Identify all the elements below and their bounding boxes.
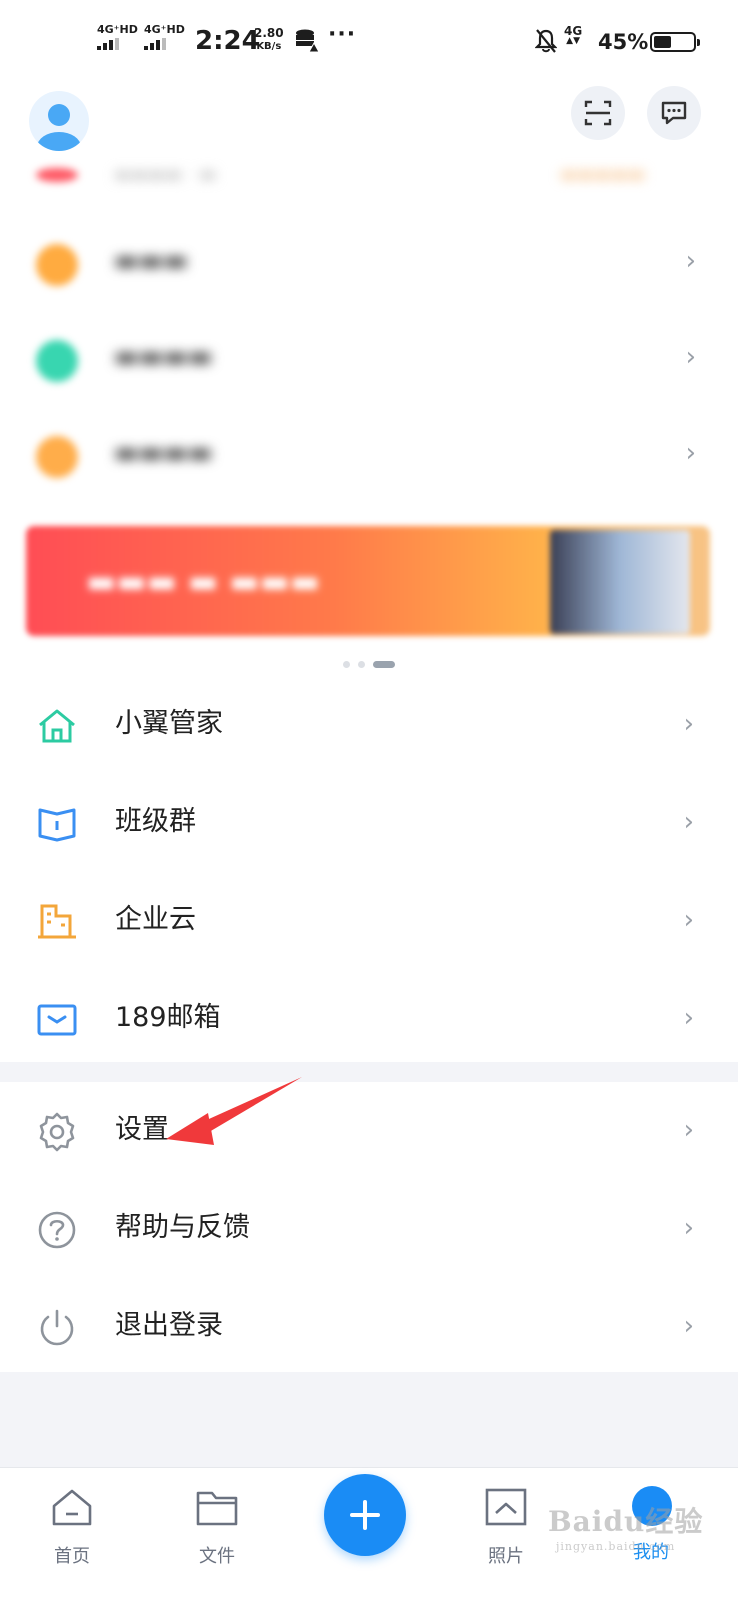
tab-photos[interactable]: 照片 (456, 1486, 556, 1586)
book-icon (38, 808, 76, 842)
signal-bars-icon (97, 38, 119, 50)
pager-dot (358, 660, 365, 668)
chevron-right-icon: › (683, 1003, 694, 1033)
menu-item-class-group[interactable]: 班级群 › (0, 774, 738, 872)
network-speed: 2.80 KB/s (254, 27, 284, 53)
power-icon (40, 1309, 74, 1346)
chevron-right-icon: › (683, 807, 694, 837)
user-avatar[interactable] (29, 91, 89, 151)
settings-menu: 设置 › 帮助与反馈 › 退出登录 › (0, 1082, 738, 1376)
chevron-right-icon: › (683, 1311, 694, 1341)
scan-button[interactable] (571, 86, 625, 140)
battery-icon (650, 32, 700, 52)
redacted-row[interactable]: ▬▬▬ › (0, 218, 738, 314)
database-warning-icon (296, 29, 320, 53)
network-4g: 4G ▲▼ (564, 25, 582, 46)
menu-label: 小翼管家 (115, 708, 223, 739)
battery-fill (654, 36, 671, 48)
menu-label: 帮助与反馈 (115, 1212, 250, 1243)
tab-label: 首页 (54, 1546, 90, 1567)
home-icon (39, 709, 75, 743)
mail-icon (37, 1004, 77, 1036)
menu-label: 退出登录 (115, 1310, 223, 1341)
menu-item-logout[interactable]: 退出登录 › (0, 1278, 738, 1376)
menu-label: 189邮箱 (115, 1002, 221, 1033)
clock: 2:24 (195, 26, 260, 56)
banner-pager (0, 658, 738, 670)
scan-icon (584, 100, 612, 126)
add-button[interactable] (324, 1474, 406, 1556)
sim1-signal: 4G⁺HD (97, 24, 138, 50)
message-icon (661, 101, 687, 125)
user-avatar-icon (37, 104, 81, 151)
tab-label: 文件 (199, 1546, 235, 1567)
service-menu: 小翼管家 › 班级群 › 企业云 › 189邮箱 › (0, 676, 738, 1068)
chevron-right-icon: › (685, 342, 696, 372)
chevron-right-icon: › (685, 246, 696, 276)
plus-icon (350, 1500, 380, 1530)
menu-item-xiaoyi-butler[interactable]: 小翼管家 › (0, 676, 738, 774)
data-arrows-icon: ▲▼ (566, 36, 581, 46)
status-bar: 4G⁺HD 4G⁺HD 2:24 2.80 KB/s ··· 4G ▲▼ 45% (0, 0, 738, 80)
tab-home[interactable]: 首页 (22, 1486, 122, 1586)
bell-muted-icon (535, 29, 557, 53)
signal-bars-icon (144, 38, 166, 50)
folder-tab-icon (196, 1491, 238, 1526)
red-arrow-annotation-icon (166, 1077, 302, 1145)
menu-item-189-mail[interactable]: 189邮箱 › (0, 970, 738, 1068)
menu-label: 企业云 (115, 904, 196, 935)
chevron-right-icon: › (683, 1115, 694, 1145)
chevron-right-icon: › (683, 905, 694, 935)
pager-dot (373, 660, 395, 668)
watermark-logo: Baidu经验 jingyan.baidu.com (548, 1500, 703, 1553)
page-background (0, 1372, 738, 1467)
home-tab-icon (52, 1489, 92, 1526)
menu-label: 班级群 (115, 806, 196, 837)
watermark-brand: Baidu经验 (548, 1505, 704, 1538)
sim1-label: 4G⁺HD (97, 23, 138, 36)
redacted-row[interactable]: ▬▬▬▬ › (0, 314, 738, 410)
battery-percent: 45% (598, 30, 649, 54)
pager-dot (343, 660, 350, 668)
watermark-sub: jingyan.baidu.com (556, 1540, 676, 1553)
help-icon (38, 1211, 76, 1249)
building-icon (38, 904, 76, 939)
redacted-row[interactable]: ▬▬▬▬ › (0, 410, 738, 506)
sim2-signal: 4G⁺HD (144, 24, 185, 50)
tab-label: 照片 (488, 1546, 524, 1567)
tab-files[interactable]: 文件 (167, 1486, 267, 1586)
section-divider (0, 1062, 738, 1082)
profile-screen: 4G⁺HD 4G⁺HD 2:24 2.80 KB/s ··· 4G ▲▼ 45%… (0, 0, 738, 1600)
speed-unit: KB/s (256, 41, 282, 52)
chevron-right-icon: › (685, 438, 696, 468)
redacted-section: ▬▬▬▬ · ▬ ▬▬▬▬▬ ▬▬▬ › ▬▬▬▬ › ▬▬▬▬ › ▬▬▬ ▬… (0, 150, 738, 660)
speed-value: 2.80 (254, 26, 284, 40)
photo-tab-icon (485, 1488, 527, 1526)
menu-item-enterprise-cloud[interactable]: 企业云 › (0, 872, 738, 970)
chevron-right-icon: › (683, 1213, 694, 1243)
sim2-label: 4G⁺HD (144, 23, 185, 36)
promo-banner[interactable]: ▬▬▬ ▬ ▬▬▬ (26, 526, 710, 636)
chevron-right-icon: › (683, 709, 694, 739)
gear-icon (39, 1112, 75, 1152)
more-notifications-icon: ··· (328, 22, 357, 47)
menu-item-settings[interactable]: 设置 › (0, 1082, 738, 1180)
menu-item-help-feedback[interactable]: 帮助与反馈 › (0, 1180, 738, 1278)
banner-image (550, 530, 690, 634)
messages-button[interactable] (647, 86, 701, 140)
